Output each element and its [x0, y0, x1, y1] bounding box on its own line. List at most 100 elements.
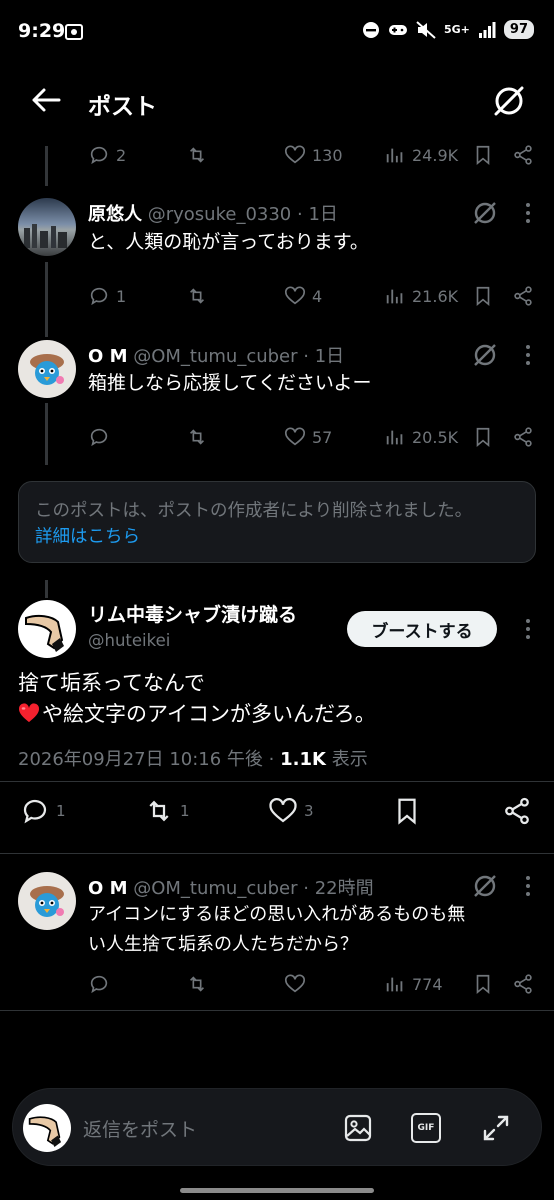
avatar[interactable]	[18, 198, 76, 256]
retweet-button[interactable]	[186, 285, 208, 307]
reply-composer-bar[interactable]: 返信をポスト GIF	[12, 1088, 542, 1166]
status-icons: 5G+ 97	[362, 20, 534, 39]
mute-icon	[416, 20, 436, 39]
gif-button[interactable]: GIF	[411, 1113, 441, 1143]
display-name[interactable]: リム中毒シャブ漬け蹴る	[88, 600, 297, 627]
grok-icon[interactable]	[472, 200, 498, 226]
post-actions: 1 1 3	[20, 796, 540, 832]
reply-count: 2	[116, 145, 127, 165]
views-icon	[386, 289, 403, 304]
like-button[interactable]: 57	[284, 426, 332, 448]
reply-button[interactable]: 1	[20, 796, 66, 826]
retweet-button[interactable]	[186, 426, 208, 448]
leg-illustration-avatar-image	[28, 1116, 62, 1148]
tweet-header: O M @OM_tumu_cuber · 1日	[88, 346, 345, 367]
post-text-line: や絵文字のアイコンが多いんだろ。	[42, 702, 376, 726]
red-heart-emoji-icon	[18, 703, 40, 723]
bookmark-icon	[476, 427, 490, 448]
heart-icon	[285, 145, 305, 164]
more-options-icon[interactable]	[524, 202, 532, 224]
share-button[interactable]	[512, 285, 534, 307]
timestamp: 22時間	[314, 878, 374, 899]
views-button[interactable]: 774	[384, 973, 443, 995]
network-label: 5G+	[444, 23, 470, 36]
bookmark-button[interactable]	[392, 796, 422, 826]
image-icon[interactable]	[343, 1113, 373, 1143]
handle[interactable]: @huteikei	[88, 631, 170, 650]
handle[interactable]: @ryosuke_0330	[148, 204, 292, 225]
handle[interactable]: @OM_tumu_cuber	[133, 878, 297, 899]
like-button[interactable]: 4	[284, 285, 322, 307]
views-button[interactable]: 21.6K	[384, 285, 458, 307]
more-options-icon[interactable]	[524, 618, 532, 640]
details-link[interactable]: 詳細はこちら	[35, 524, 519, 550]
avatar[interactable]	[18, 340, 76, 398]
share-button[interactable]	[512, 144, 534, 166]
cityscape-avatar-image	[24, 224, 67, 248]
views-button[interactable]: 20.5K	[384, 426, 458, 448]
screen-record-icon	[65, 24, 83, 40]
grok-icon[interactable]	[472, 342, 498, 368]
thread-line	[45, 146, 48, 186]
display-name[interactable]: O M	[88, 878, 127, 899]
bookmark-button[interactable]	[472, 973, 494, 995]
like-button[interactable]	[284, 973, 306, 995]
post-text: 捨て垢系ってなんで や絵文字のアイコンが多いんだろ。	[18, 668, 376, 730]
views-icon	[386, 430, 403, 445]
expand-icon[interactable]	[481, 1113, 511, 1143]
status-bar: 9:29 5G+ 97	[0, 0, 554, 62]
battery-level: 97	[503, 20, 534, 39]
reply-count: 1	[56, 802, 66, 820]
display-name[interactable]: 原悠人	[88, 204, 142, 225]
handle[interactable]: @OM_tumu_cuber	[133, 346, 297, 367]
reply-count: 1	[116, 286, 127, 306]
reply-button[interactable]: 2	[88, 144, 126, 166]
boost-button[interactable]: ブーストする	[347, 611, 497, 647]
reply-button[interactable]	[88, 973, 110, 995]
display-name[interactable]: O M	[88, 346, 127, 367]
reply-icon	[90, 428, 108, 447]
avatar[interactable]	[18, 872, 76, 930]
retweet-button[interactable]	[186, 973, 208, 995]
home-indicator	[180, 1188, 374, 1193]
views-icon	[386, 977, 403, 992]
bookmark-button[interactable]	[472, 144, 494, 166]
retweet-icon	[189, 429, 205, 445]
bookmark-button[interactable]	[472, 426, 494, 448]
avatar[interactable]	[18, 600, 76, 658]
like-button[interactable]: 3	[268, 796, 314, 826]
grok-icon[interactable]	[492, 84, 526, 118]
bookmark-icon	[476, 974, 490, 995]
reply-input[interactable]: 返信をポスト	[83, 1115, 197, 1142]
tweet-text-line: アイコンにするほどの思い入れがあるものも無	[88, 904, 466, 925]
share-icon	[514, 145, 532, 165]
share-button[interactable]	[512, 426, 534, 448]
bird-character-avatar-image	[30, 886, 64, 917]
grok-icon[interactable]	[472, 873, 498, 899]
more-options-icon[interactable]	[524, 875, 532, 897]
tweet-actions: 774	[88, 971, 536, 997]
thread-line	[45, 262, 48, 337]
reply-icon	[23, 799, 47, 824]
timestamp: 1日	[308, 204, 338, 225]
retweet-button[interactable]: 1	[144, 796, 190, 826]
tweet-actions: 1 4 21.6K	[88, 283, 536, 309]
tweet-text: アイコンにするほどの思い入れがあるものも無 い人生捨て垢系の人たちだから？	[88, 900, 465, 960]
bookmark-button[interactable]	[472, 285, 494, 307]
post-text-line-2: や絵文字のアイコンが多いんだろ。	[18, 699, 376, 730]
more-options-icon[interactable]	[524, 344, 532, 366]
share-button[interactable]	[502, 796, 532, 826]
tweet-header: O M @OM_tumu_cuber · 22時間	[88, 878, 374, 899]
retweet-button[interactable]	[186, 144, 208, 166]
back-arrow-icon[interactable]	[30, 86, 62, 114]
reply-button[interactable]: 1	[88, 285, 126, 307]
view-count: 24.9K	[412, 145, 459, 165]
share-button[interactable]	[512, 973, 534, 995]
reply-button[interactable]	[88, 426, 110, 448]
heart-icon	[285, 427, 305, 446]
like-count: 57	[312, 427, 333, 447]
post-text-line: 捨て垢系ってなんで	[18, 671, 205, 695]
views-button[interactable]: 24.9K	[384, 144, 458, 166]
bookmark-icon	[476, 286, 490, 307]
like-button[interactable]: 130	[284, 144, 343, 166]
